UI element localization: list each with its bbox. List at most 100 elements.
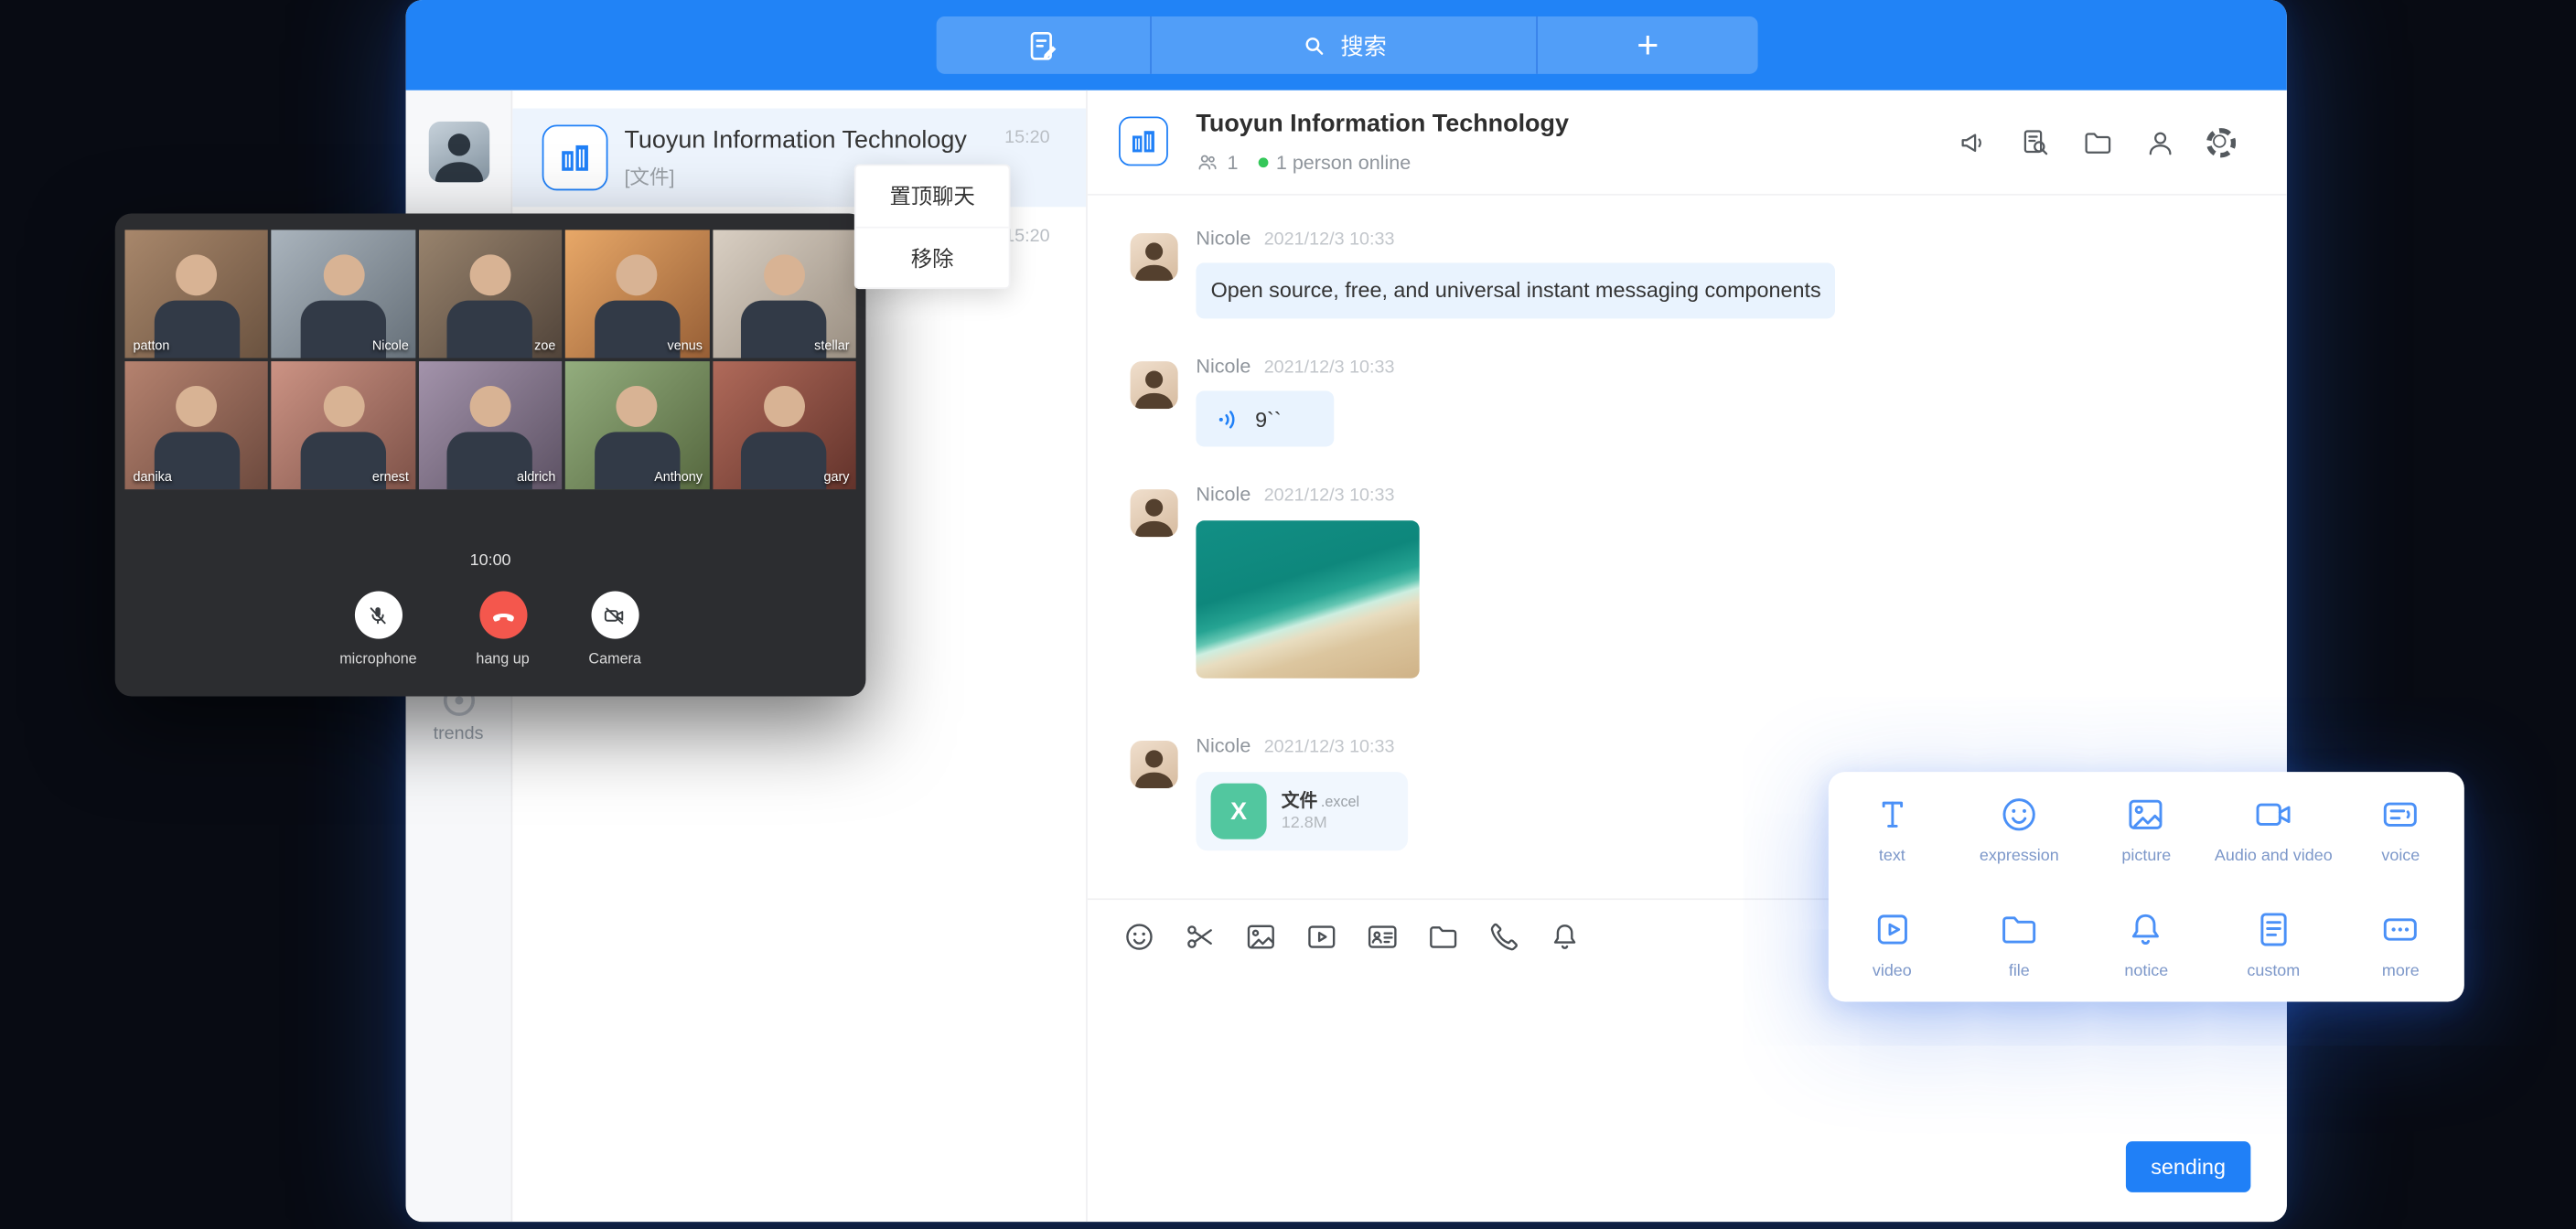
person-silhouette <box>617 254 658 295</box>
building-icon <box>1127 124 1160 157</box>
camera-off-icon <box>602 602 628 628</box>
contact-card-icon[interactable] <box>1365 919 1400 954</box>
popup-item-audio-video[interactable]: Audio and video <box>2210 772 2337 887</box>
announcement-icon[interactable] <box>1957 126 1990 159</box>
chat-header: Tuoyun Information Technology 1 1 person… <box>1088 91 2287 196</box>
image-icon <box>2125 793 2168 836</box>
building-icon <box>555 138 595 177</box>
message-input[interactable] <box>1088 972 2287 1222</box>
scissors-icon[interactable] <box>1183 919 1218 954</box>
popup-item-more[interactable]: more <box>2337 887 2464 1002</box>
trends-label: trends <box>434 724 484 744</box>
bell-icon[interactable] <box>1548 919 1583 954</box>
search-button[interactable]: 搜索 <box>1150 16 1536 74</box>
message-time: 2021/12/3 10:33 <box>1264 358 1395 379</box>
participant-name: Anthony <box>654 470 703 485</box>
chat-title: Tuoyun Information Technology <box>1196 110 1569 138</box>
voice-icon <box>2379 793 2422 836</box>
message-voice: Nicole 2021/12/3 10:33 9`` <box>1131 357 1395 447</box>
more-icon <box>2379 908 2422 951</box>
folder-icon[interactable] <box>2081 126 2114 159</box>
video-tile: ernest <box>272 361 415 489</box>
hangup-button[interactable] <box>479 592 527 639</box>
person-silhouette <box>617 386 658 427</box>
message-sender: Nicole <box>1196 736 1250 756</box>
video-tile: danika <box>124 361 268 489</box>
send-button[interactable]: sending <box>2126 1141 2250 1192</box>
camera-button[interactable] <box>591 592 639 639</box>
video-grid: patton Nicole zoe venus stellar danika e… <box>124 230 855 489</box>
hangup-control[interactable]: hang up <box>476 592 529 668</box>
add-button[interactable]: + <box>1536 16 1757 74</box>
message-file: Nicole 2021/12/3 10:33 X 文件.excel 12.8M <box>1131 736 1409 851</box>
folder-icon <box>1998 908 2041 951</box>
popup-item-notice[interactable]: notice <box>2083 887 2210 1002</box>
person-silhouette <box>323 254 364 295</box>
group-avatar <box>542 124 608 190</box>
chat-panel: Tuoyun Information Technology 1 1 person… <box>1088 91 2287 1222</box>
person-silhouette <box>764 386 805 427</box>
popup-item-video[interactable]: video <box>1829 887 1956 1002</box>
participant-name: ernest <box>372 470 409 485</box>
image-message-thumbnail[interactable] <box>1196 520 1419 678</box>
camera-control[interactable]: Camera <box>588 592 640 668</box>
video-tile: patton <box>124 230 268 358</box>
popup-item-expression[interactable]: expression <box>1956 772 2083 887</box>
sender-avatar[interactable] <box>1131 233 1178 281</box>
person-silhouette <box>323 386 364 427</box>
top-search-bar: 搜索 + <box>937 16 1758 74</box>
my-avatar[interactable] <box>429 122 489 182</box>
file-message-card[interactable]: X 文件.excel 12.8M <box>1196 772 1408 850</box>
microphone-control[interactable]: microphone <box>339 592 416 668</box>
message-sender: Nicole <box>1196 357 1250 377</box>
sender-avatar[interactable] <box>1131 489 1178 537</box>
emoji-icon <box>1998 793 2041 836</box>
emoji-icon[interactable] <box>1122 919 1157 954</box>
group-avatar[interactable] <box>1119 117 1168 166</box>
history-search-icon[interactable] <box>2019 126 2052 159</box>
member-icon[interactable] <box>2144 126 2177 159</box>
plus-icon: + <box>1637 27 1658 64</box>
video-icon[interactable] <box>1304 919 1339 954</box>
menu-item-remove[interactable]: 移除 <box>856 227 1009 287</box>
popup-item-file[interactable]: file <box>1956 887 2083 1002</box>
conversation-preview: [文件] <box>624 163 674 191</box>
call-timer: 10:00 <box>115 551 866 570</box>
settings-gear-icon[interactable] <box>2206 128 2236 157</box>
member-count: 1 <box>1228 151 1239 174</box>
hangup-label: hang up <box>476 650 529 667</box>
person-silhouette <box>1131 741 1178 788</box>
popup-item-voice[interactable]: voice <box>2337 772 2464 887</box>
bell-icon <box>2125 908 2168 951</box>
popup-item-custom[interactable]: custom <box>2210 887 2337 1002</box>
video-tile: gary <box>713 361 856 489</box>
voice-wave-icon <box>1216 405 1244 433</box>
menu-item-pin-chat[interactable]: 置顶聊天 <box>856 166 1009 226</box>
sender-avatar[interactable] <box>1131 741 1178 788</box>
person-silhouette <box>429 122 489 182</box>
participant-name: zoe <box>534 338 555 353</box>
message-time: 2021/12/3 10:33 <box>1264 230 1395 250</box>
voice-message-bubble[interactable]: 9`` <box>1196 390 1334 446</box>
phone-icon[interactable] <box>1487 919 1521 954</box>
popup-item-text[interactable]: text <box>1829 772 1956 887</box>
message-sender: Nicole <box>1196 485 1250 505</box>
text-icon <box>1871 793 1914 836</box>
search-label: 搜索 <box>1340 28 1386 61</box>
voice-duration: 9`` <box>1255 406 1282 431</box>
note-edit-icon <box>1025 27 1062 64</box>
sender-avatar[interactable] <box>1131 361 1178 409</box>
message-sender: Nicole <box>1196 229 1250 249</box>
text-message-bubble: Open source, free, and universal instant… <box>1196 262 1835 318</box>
image-icon[interactable] <box>1243 919 1278 954</box>
folder-icon[interactable] <box>1426 919 1461 954</box>
message-meta: Nicole 2021/12/3 10:33 <box>1196 485 1419 505</box>
popup-item-picture[interactable]: picture <box>2083 772 2210 887</box>
video-call-window: patton Nicole zoe venus stellar danika e… <box>115 213 866 696</box>
notes-button[interactable] <box>937 16 1150 74</box>
top-bar: 搜索 + <box>406 0 2287 91</box>
conversation-context-menu: 置顶聊天 移除 <box>854 165 1011 289</box>
person-silhouette <box>470 386 511 427</box>
microphone-button[interactable] <box>354 592 402 639</box>
file-extension: .excel <box>1321 793 1359 809</box>
